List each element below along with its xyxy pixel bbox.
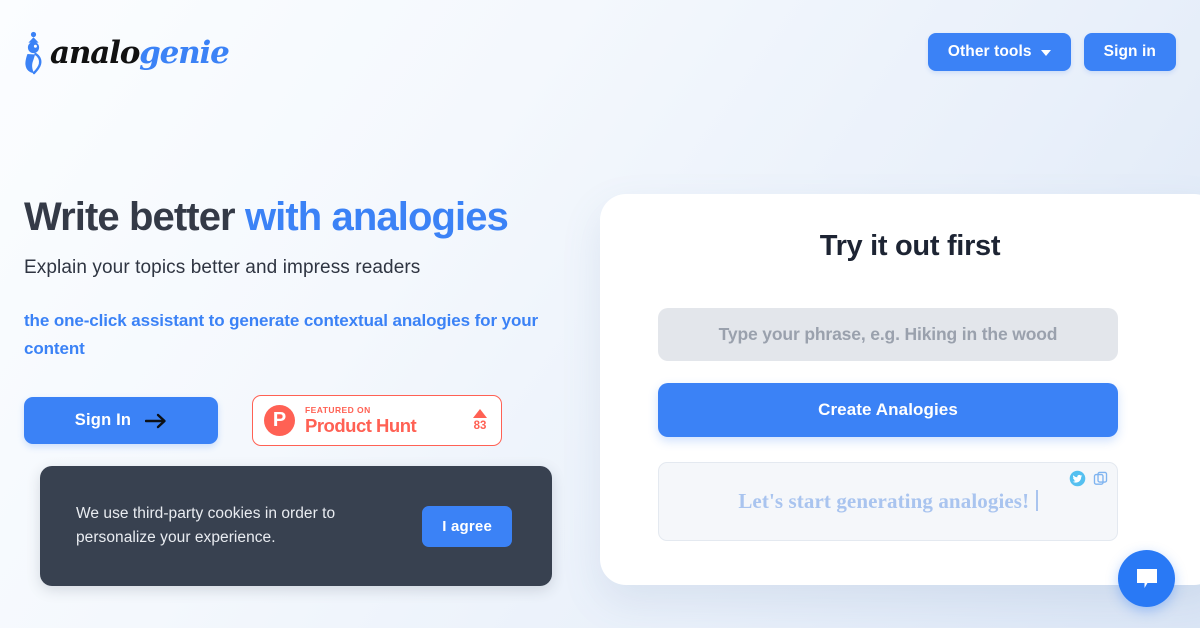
hero-cta-row: Sign In P FEATURED ON Product Hunt 83 <box>24 395 584 447</box>
hero-tagline: the one-click assistant to generate cont… <box>24 311 539 358</box>
product-hunt-badge[interactable]: P FEATURED ON Product Hunt 83 <box>252 395 502 447</box>
header-actions: Other tools Sign in <box>927 33 1176 71</box>
analogy-result-box: Let's start generating analogies! <box>658 462 1118 541</box>
product-hunt-upvote-count: 83 <box>473 419 487 432</box>
result-actions <box>1069 470 1109 487</box>
analogy-result-text: Let's start generating analogies! <box>738 489 1038 514</box>
site-header: analogenie Other tools Sign in <box>0 0 1200 104</box>
text-cursor <box>1036 490 1038 511</box>
create-analogies-button[interactable]: Create Analogies <box>658 383 1118 437</box>
hero-section: Write better with analogies Explain your… <box>24 196 584 447</box>
sign-in-cta-button[interactable]: Sign In <box>24 397 218 445</box>
chevron-down-icon <box>1040 50 1051 56</box>
sign-in-header-label: Sign in <box>1103 43 1156 60</box>
other-tools-button[interactable]: Other tools <box>927 33 1071 71</box>
phrase-input[interactable] <box>658 308 1118 361</box>
product-hunt-upvote[interactable]: 83 <box>473 408 489 433</box>
twitter-icon[interactable] <box>1069 470 1086 487</box>
cookie-agree-button[interactable]: I agree <box>422 505 512 547</box>
logo-word-genie: genie <box>139 34 230 71</box>
logo[interactable]: analogenie <box>18 30 230 75</box>
chat-widget-button[interactable] <box>1118 550 1175 607</box>
cookie-message: We use third-party cookies in order to p… <box>76 504 336 546</box>
arrow-right-icon <box>145 413 166 428</box>
cookie-banner: We use third-party cookies in order to p… <box>40 466 552 586</box>
analogy-result-value: Let's start generating analogies! <box>738 489 1030 513</box>
product-hunt-texts: FEATURED ON Product Hunt <box>305 406 463 436</box>
logo-wordmark: analogenie <box>50 34 230 71</box>
copy-icon[interactable] <box>1092 470 1109 487</box>
product-hunt-featured-label: FEATURED ON <box>305 404 371 415</box>
chat-bubble-icon <box>1136 568 1157 588</box>
logo-word-analo: analo <box>50 34 140 71</box>
genie-mascot-icon <box>25 31 42 75</box>
upvote-triangle-icon <box>473 408 487 418</box>
headline-part-dark: Write better <box>24 195 236 239</box>
other-tools-label: Other tools <box>947 43 1032 60</box>
try-it-card-title: Try it out first <box>819 230 1001 262</box>
page-title: Write better with analogies <box>24 196 584 238</box>
product-hunt-logo-icon: P <box>264 405 295 437</box>
sign-in-cta-label: Sign In <box>74 411 132 430</box>
product-hunt-name: Product Hunt <box>305 415 417 437</box>
sign-in-header-button[interactable]: Sign in <box>1083 33 1176 71</box>
headline-part-accent: with analogies <box>244 195 509 239</box>
hero-subtitle: Explain your topics better and impress r… <box>24 257 421 279</box>
try-it-card: Try it out first Create Analogies Let's … <box>600 194 1200 585</box>
